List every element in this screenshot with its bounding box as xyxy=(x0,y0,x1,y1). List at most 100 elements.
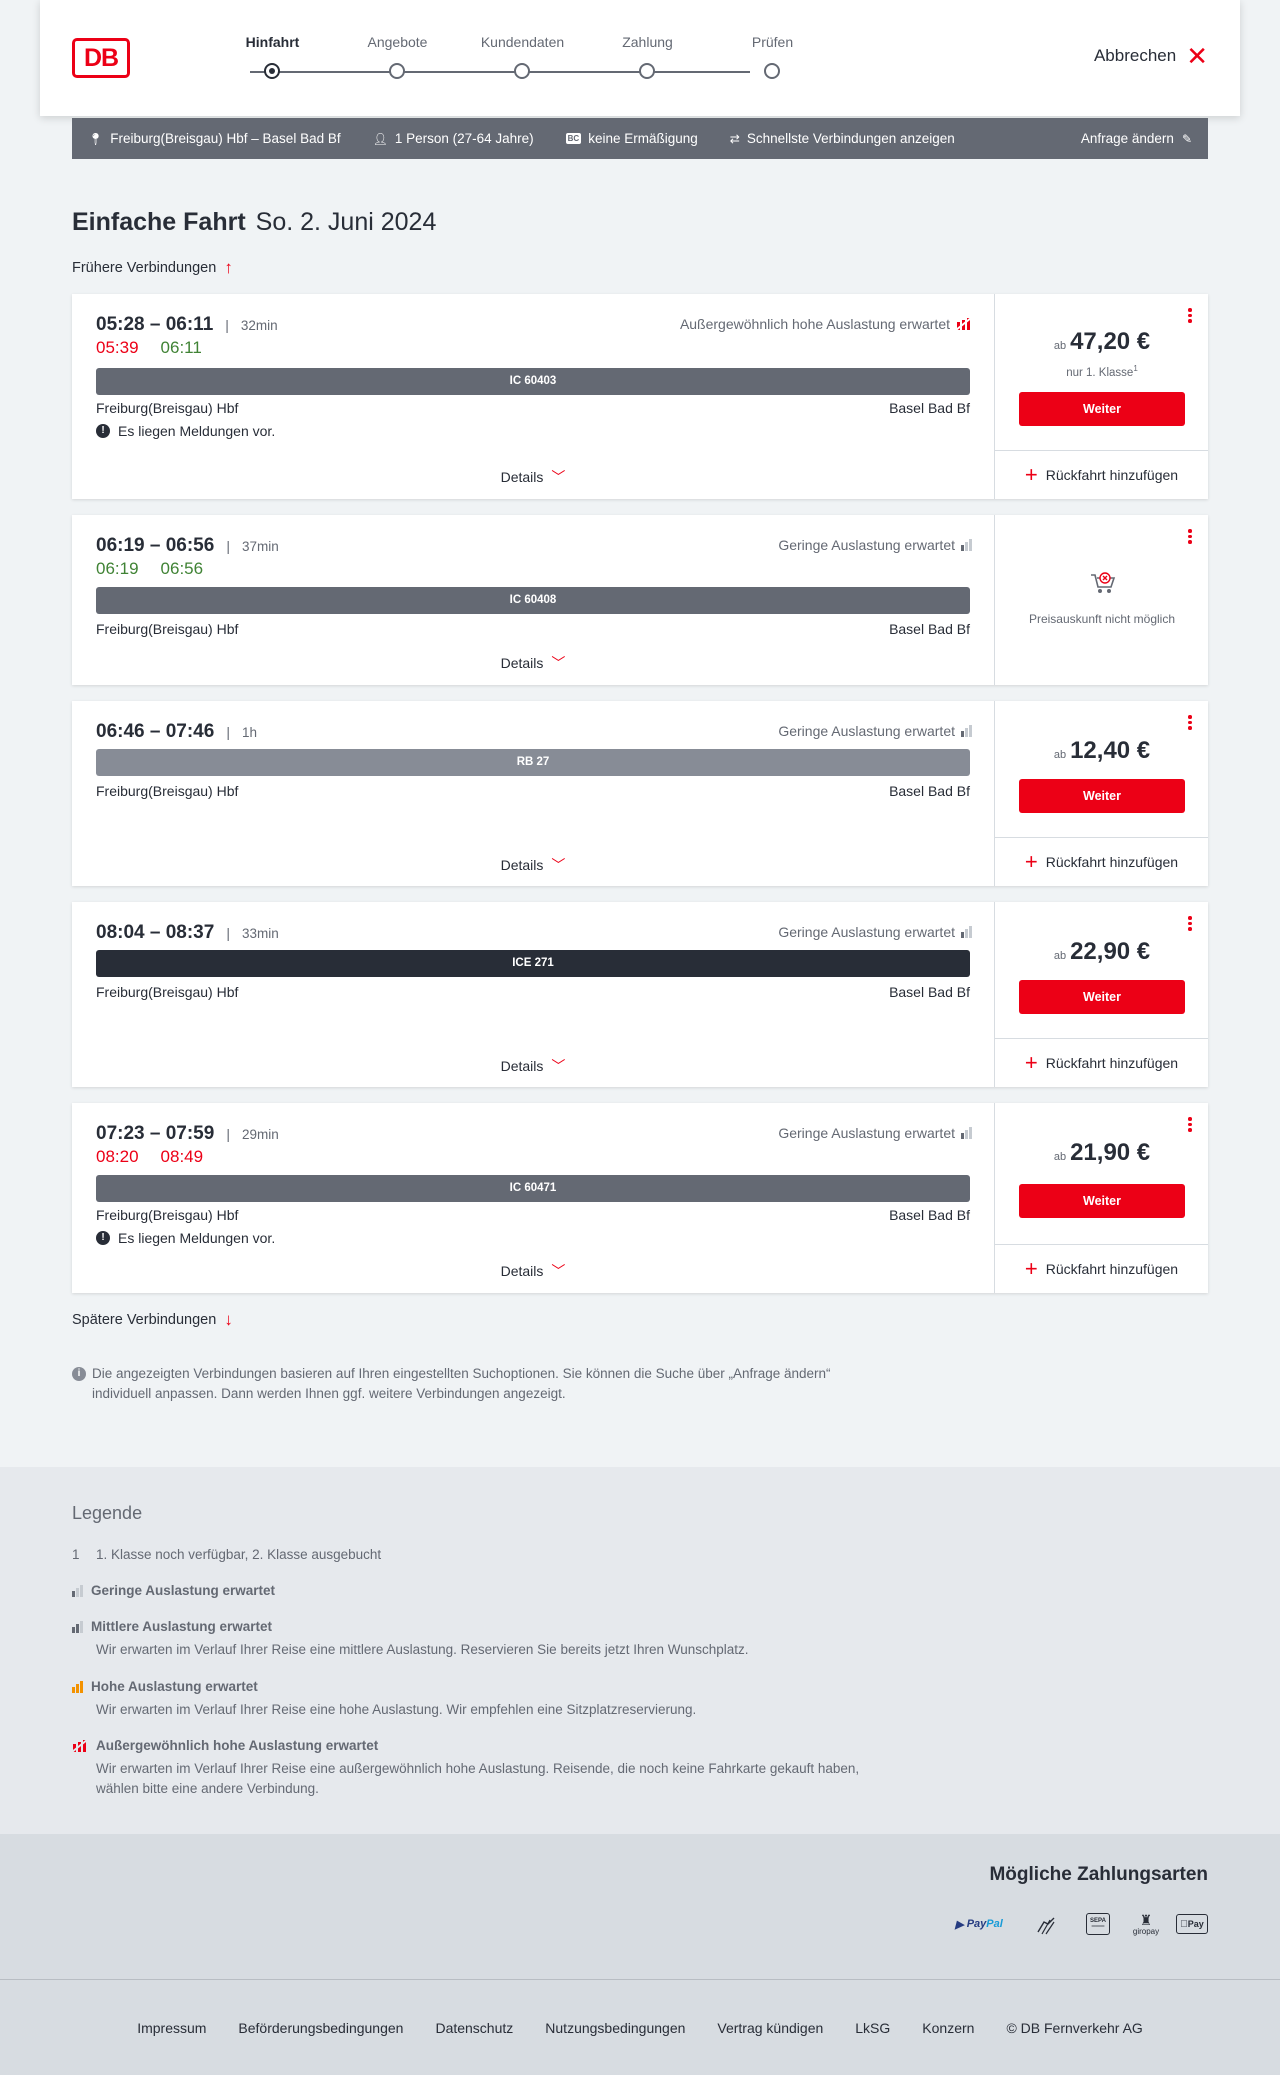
step-hinfahrt[interactable]: Hinfahrt xyxy=(210,34,335,79)
progress-steps: Hinfahrt Angebote Kundendaten Zahlung Pr… xyxy=(210,34,793,84)
legend-footnote: 1 1. Klasse noch verfügbar, 2. Klasse aus… xyxy=(72,1547,872,1562)
later-connections-label: Spätere Verbindungen xyxy=(72,1312,217,1328)
step-dot xyxy=(264,63,280,79)
paypal-label-a: Pay xyxy=(966,1918,987,1930)
legend-low-label: Geringe Auslastung erwartet xyxy=(91,1583,276,1598)
low-occupancy-icon xyxy=(961,1127,972,1139)
plus-icon: + xyxy=(1024,849,1038,874)
credit-card-hand-icon xyxy=(1037,1917,1055,1935)
db-logo[interactable]: DB xyxy=(72,38,130,78)
stations: Freiburg(Breisgau) Hbf Basel Bad Bf xyxy=(96,783,970,799)
search-info-note: i Die angezeigten Verbindungen basieren … xyxy=(72,1364,852,1404)
low-occupancy-icon xyxy=(72,1584,83,1597)
separator: | xyxy=(226,724,230,740)
legend-high-text: Wir erwarten im Verlauf Ihrer Reise eine… xyxy=(96,1702,697,1717)
details-toggle[interactable]: Details ﹀ xyxy=(72,855,994,875)
footnote-text: 1. Klasse noch verfügbar, 2. Klasse ausg… xyxy=(96,1547,382,1562)
departure-station: Freiburg(Breisgau) Hbf xyxy=(96,1207,239,1223)
arrival-station: Basel Bad Bf xyxy=(889,621,970,637)
connection-card: 07:23 – 07:59 | 29min 08:20 08:49 Geringe A… xyxy=(72,1103,1208,1293)
continue-button[interactable]: Weiter xyxy=(1019,1184,1185,1218)
earlier-connections-link[interactable]: Frühere Verbindungen ↑ xyxy=(72,258,233,278)
sepa-icon: SEPA ═══ xyxy=(1086,1913,1110,1935)
connection-card: 08:04 – 08:37 | 33min Geringe Auslastung e… xyxy=(72,902,1208,1087)
train-bar[interactable]: IC 60471 xyxy=(96,1175,970,1202)
more-options-icon[interactable] xyxy=(1188,1117,1194,1132)
price-prefix: ab xyxy=(1053,950,1067,962)
more-options-icon[interactable] xyxy=(1188,715,1194,730)
add-return-button[interactable]: + Rückfahrt hinzufügen xyxy=(995,837,1208,886)
footer-link-nutzungsbedingungen[interactable]: Nutzungsbedingungen xyxy=(545,2020,685,2036)
occupancy-indicator: Geringe Auslastung erwartet xyxy=(778,537,972,553)
search-summary-bar: 📍︎ Freiburg(Breisgau) Hbf – Basel Bad Bf … xyxy=(72,118,1208,159)
step-dot xyxy=(514,63,530,79)
legend-low: Geringe Auslastung erwartet xyxy=(72,1583,872,1598)
trip-type: Einfache Fahrt xyxy=(72,208,246,236)
offer-panel: ab 21,90 € Weiter + Rückfahrt hinzufügen xyxy=(994,1103,1208,1293)
planned-times: 08:04 – 08:37 xyxy=(96,922,215,943)
connection-info: 08:04 – 08:37 | 33min Geringe Auslastung e… xyxy=(72,902,994,1087)
location-pin-icon: 📍︎ xyxy=(88,131,104,146)
realtime-times: 05:39 06:11 xyxy=(96,338,224,358)
summary-option: ⇄ Schnellste Verbindungen anzeigen xyxy=(730,131,955,146)
trip-date: So. 2. Juni 2024 xyxy=(255,208,437,236)
stations: Freiburg(Breisgau) Hbf Basel Bad Bf xyxy=(96,621,970,637)
connection-times: 07:23 – 07:59 | 29min xyxy=(96,1123,279,1145)
footer-link-befoerderungsbedingungen[interactable]: Beförderungsbedingungen xyxy=(238,2020,403,2036)
more-options-icon[interactable] xyxy=(1188,916,1194,931)
plus-icon: + xyxy=(1024,462,1038,487)
swap-arrows-icon: ⇄ xyxy=(729,131,740,146)
later-connections-link[interactable]: Spätere Verbindungen ↓ xyxy=(72,1310,233,1330)
footer-link-konzern[interactable]: Konzern xyxy=(922,2020,974,2036)
details-toggle[interactable]: Details ﹀ xyxy=(72,1261,994,1281)
chevron-down-icon: ﹀ xyxy=(551,857,566,873)
details-toggle[interactable]: Details ﹀ xyxy=(72,653,994,673)
low-occupancy-icon xyxy=(961,725,972,737)
more-options-icon[interactable] xyxy=(1188,308,1194,323)
details-label: Details xyxy=(500,857,544,873)
arrow-down-icon: ↓ xyxy=(224,1310,233,1329)
train-bar[interactable]: IC 60403 xyxy=(96,368,970,395)
arrival-station: Basel Bad Bf xyxy=(889,783,970,799)
continue-button[interactable]: Weiter xyxy=(1019,392,1185,426)
details-toggle[interactable]: Details ﹀ xyxy=(72,1056,994,1076)
footer-link-vertrag-kuendigen[interactable]: Vertrag kündigen xyxy=(717,2020,823,2036)
step-dot xyxy=(389,63,405,79)
add-return-button[interactable]: + Rückfahrt hinzufügen xyxy=(995,1038,1208,1087)
step-pruefen: Prüfen xyxy=(710,34,835,79)
footnote-number: 1 xyxy=(72,1547,80,1562)
continue-button[interactable]: Weiter xyxy=(1019,980,1185,1014)
footer-link-datenschutz[interactable]: Datenschutz xyxy=(435,2020,513,2036)
cart-unavailable-icon xyxy=(1091,572,1116,593)
step-angebote: Angebote xyxy=(335,34,460,79)
realtime-arrival: 08:49 xyxy=(160,1147,204,1166)
train-bar[interactable]: IC 60408 xyxy=(96,587,970,614)
stations: Freiburg(Breisgau) Hbf Basel Bad Bf xyxy=(96,984,970,1000)
details-toggle[interactable]: Details ﹀ xyxy=(72,467,994,487)
continue-button[interactable]: Weiter xyxy=(1019,779,1185,813)
summary-discount-label: keine Ermäßigung xyxy=(588,131,698,146)
paypal-icon: ▶ Pay Pal xyxy=(955,1918,1003,1931)
legend-exceptional-text: Wir erwarten im Verlauf Ihrer Reise eine… xyxy=(96,1761,860,1796)
duration: 33min xyxy=(241,925,279,941)
train-bar[interactable]: ICE 271 xyxy=(96,950,970,977)
edit-request-button[interactable]: Anfrage ändern ✎ xyxy=(1081,131,1192,146)
add-return-button[interactable]: + Rückfahrt hinzufügen xyxy=(995,450,1208,499)
footer-link-impressum[interactable]: Impressum xyxy=(137,2020,206,2036)
bahncard-icon: BC xyxy=(565,133,582,144)
add-return-label: Rückfahrt hinzufügen xyxy=(1045,1055,1179,1071)
chevron-down-icon: ﹀ xyxy=(551,1058,566,1074)
add-return-button[interactable]: + Rückfahrt hinzufügen xyxy=(995,1244,1208,1293)
arrival-station: Basel Bad Bf xyxy=(889,400,970,416)
arrival-station: Basel Bad Bf xyxy=(889,1207,970,1223)
realtime-times: 06:19 06:56 xyxy=(96,559,225,579)
price: ab 47,20 € xyxy=(995,328,1209,356)
more-options-icon[interactable] xyxy=(1188,529,1194,544)
offer-panel: ab 22,90 € Weiter + Rückfahrt hinzufügen xyxy=(994,902,1208,1087)
train-bar[interactable]: RB 27 xyxy=(96,749,970,776)
price: ab 22,90 € xyxy=(995,938,1209,966)
edit-request-label: Anfrage ändern xyxy=(1080,131,1174,146)
footer-link-lksg[interactable]: LkSG xyxy=(855,2020,890,2036)
page-title: Einfache Fahrt So. 2. Juni 2024 xyxy=(72,208,436,237)
cancel-button[interactable]: Abbrechen ✕ xyxy=(1094,43,1208,69)
